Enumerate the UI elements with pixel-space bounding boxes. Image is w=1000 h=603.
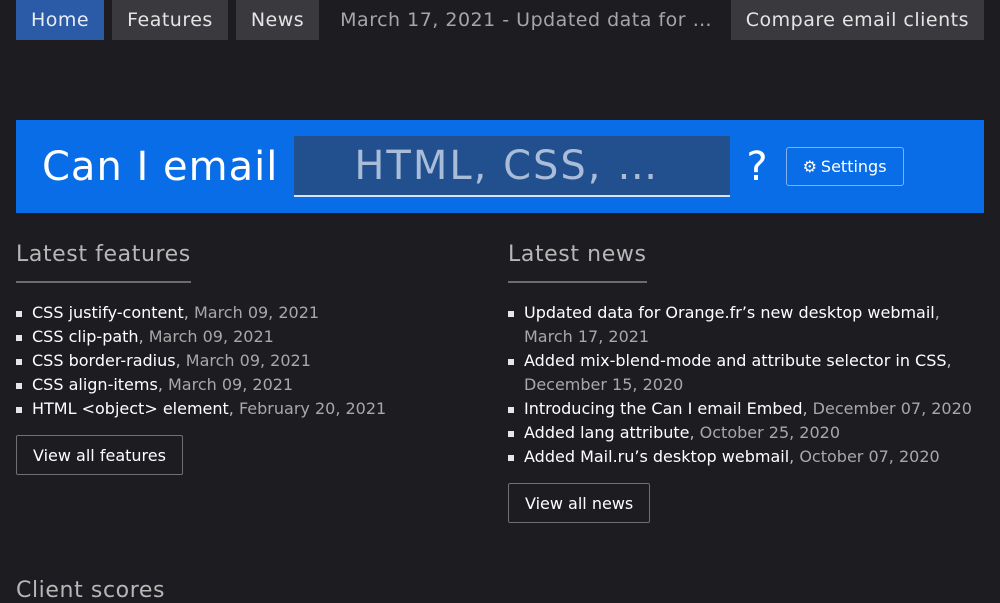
list-item: CSS align-items, March 09, 2021 xyxy=(16,373,476,397)
list-item: CSS justify-content, March 09, 2021 xyxy=(16,301,476,325)
list-item: CSS clip-path, March 09, 2021 xyxy=(16,325,476,349)
news-link[interactable]: Introducing the Can I email Embed xyxy=(524,399,802,418)
list-item: Updated data for Orange.fr’s new desktop… xyxy=(508,301,984,349)
latest-news-heading: Latest news xyxy=(508,242,647,283)
feature-date: February 20, 2021 xyxy=(238,399,387,418)
list-item: CSS border-radius, March 09, 2021 xyxy=(16,349,476,373)
news-date: March 17, 2021 xyxy=(524,327,650,346)
news-link[interactable]: Added Mail.ru’s desktop webmail xyxy=(524,447,789,466)
site-title: Can I email xyxy=(42,143,279,190)
feature-link[interactable]: CSS clip-path xyxy=(32,327,139,346)
gear-icon: ⚙ xyxy=(802,157,817,176)
news-date: December 15, 2020 xyxy=(524,375,684,394)
latest-features-heading: Latest features xyxy=(16,242,191,283)
list-item: Added Mail.ru’s desktop webmail, October… xyxy=(508,445,984,469)
hero-search-bar: Can I email ? ⚙ Settings xyxy=(16,120,984,213)
list-item: Introducing the Can I email Embed, Decem… xyxy=(508,397,984,421)
feature-date: March 09, 2021 xyxy=(148,327,274,346)
news-ticker-link[interactable]: March 17, 2021 - Updated data for Orange… xyxy=(327,0,731,40)
latest-news-section: Latest news Updated data for Orange.fr’s… xyxy=(508,242,984,523)
feature-date: March 09, 2021 xyxy=(168,375,294,394)
nav-home-link[interactable]: Home xyxy=(16,0,105,40)
nav-compare-link[interactable]: Compare email clients xyxy=(730,0,984,40)
news-link[interactable]: Updated data for Orange.fr’s new desktop… xyxy=(524,303,935,322)
list-item: Added mix-blend-mode and attribute selec… xyxy=(508,349,984,397)
view-all-features-button[interactable]: View all features xyxy=(16,435,183,475)
feature-date: March 09, 2021 xyxy=(185,351,311,370)
search-input[interactable] xyxy=(294,136,731,197)
nav-features-link[interactable]: Features xyxy=(112,0,228,40)
latest-features-section: Latest features CSS justify-content, Mar… xyxy=(16,242,476,475)
feature-link[interactable]: CSS border-radius xyxy=(32,351,176,370)
settings-label: Settings xyxy=(820,157,887,176)
news-date: October 07, 2020 xyxy=(799,447,940,466)
question-mark: ? xyxy=(746,143,768,190)
news-link[interactable]: Added lang attribute xyxy=(524,423,689,442)
feature-link[interactable]: CSS align-items xyxy=(32,375,158,394)
nav-news-link[interactable]: News xyxy=(235,0,320,40)
top-nav: Home Features News March 17, 2021 - Upda… xyxy=(16,0,984,40)
feature-link[interactable]: HTML <object> element xyxy=(32,399,229,418)
news-list: Updated data for Orange.fr’s new desktop… xyxy=(508,301,984,469)
news-date: December 07, 2020 xyxy=(812,399,972,418)
news-link[interactable]: Added mix-blend-mode and attribute selec… xyxy=(524,351,947,370)
settings-button[interactable]: ⚙ Settings xyxy=(785,147,904,186)
view-all-news-button[interactable]: View all news xyxy=(508,483,651,523)
news-ticker-text: March 17, 2021 - Updated data for Orange… xyxy=(340,9,718,31)
feature-link[interactable]: CSS justify-content xyxy=(32,303,184,322)
list-item: Added lang attribute, October 25, 2020 xyxy=(508,421,984,445)
feature-date: March 09, 2021 xyxy=(193,303,320,322)
client-scores-heading: Client scores xyxy=(16,578,166,603)
features-list: CSS justify-content, March 09, 2021 CSS … xyxy=(16,301,476,421)
news-date: October 25, 2020 xyxy=(699,423,841,442)
list-item: HTML <object> element, February 20, 2021 xyxy=(16,397,476,421)
